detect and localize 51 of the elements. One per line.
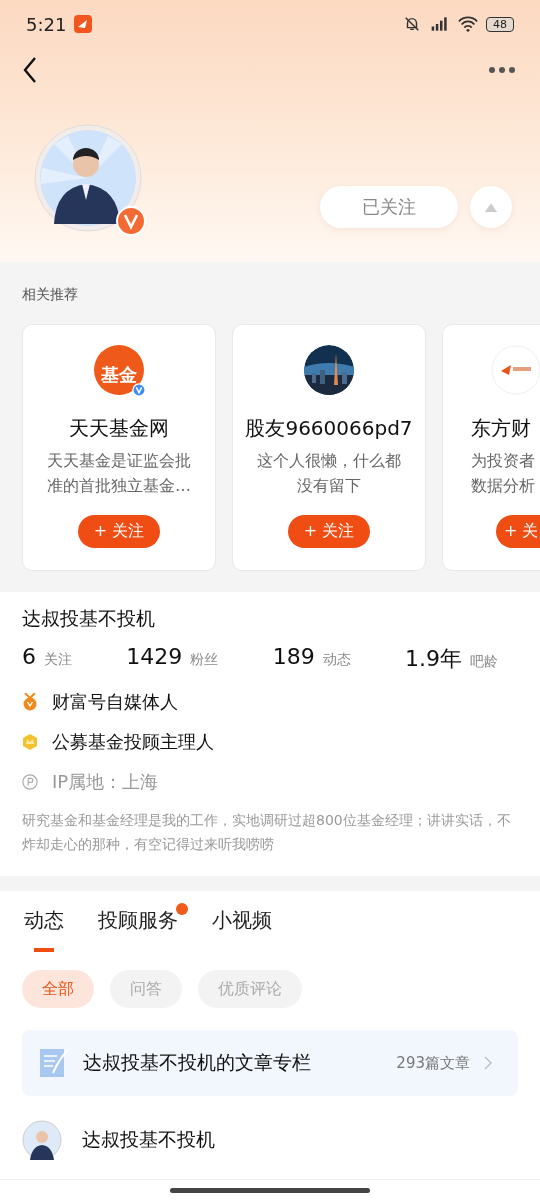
- badge-text: 财富号自媒体人: [52, 690, 178, 714]
- bio-text: 研究基金和基金经理是我的工作，实地调研过超800位基金经理；讲讲实话，不炸却走心的那种，有空记得过来听我唠唠: [22, 811, 512, 854]
- status-time: 5:21: [26, 13, 67, 35]
- stat-label: 吧龄: [470, 653, 498, 671]
- battery-level: 48: [486, 16, 514, 32]
- recommendation-card[interactable]: 股友9660066pd7 这个人很懒，什么都没有留下 + 关注: [232, 324, 426, 571]
- badge-text: 公募基金投顾主理人: [52, 730, 214, 754]
- signal-icon: [430, 15, 450, 33]
- post-author: 达叔投基不投机: [82, 1127, 215, 1152]
- account-name: 天天基金网: [69, 415, 169, 442]
- tab[interactable]: 动态: [22, 907, 66, 952]
- chevron-right-icon: [484, 1056, 492, 1070]
- account-description: 为投资者数据分析: [471, 450, 536, 497]
- follow-button[interactable]: + 关注: [77, 515, 161, 548]
- tab[interactable]: 投顾服务: [96, 907, 180, 952]
- recommendation-card[interactable]: 东方财 为投资者数据分析 + 关: [442, 324, 540, 571]
- stat-label: 动态: [322, 651, 351, 669]
- app-notification-icon: [74, 15, 93, 33]
- column-title: 达叔投基不投机的文章专栏: [83, 1050, 312, 1075]
- stat-label: 关注: [44, 651, 72, 669]
- follow-button[interactable]: + 关注: [287, 515, 371, 548]
- location-p-icon: [22, 773, 38, 791]
- medal-icon: [22, 693, 38, 711]
- wifi-icon: [458, 15, 478, 33]
- stat-value: 1429: [126, 644, 183, 669]
- user-name: 达叔投基不投机: [22, 606, 156, 631]
- follow-button[interactable]: + 关: [496, 515, 540, 548]
- tab[interactable]: 小视频: [210, 907, 274, 952]
- stat-value: 189: [272, 644, 315, 669]
- account-description: 天天基金是证监会批准的首批独立基金…: [46, 450, 192, 497]
- more-icon[interactable]: [488, 66, 516, 74]
- stat-label: 粉丝: [190, 651, 219, 669]
- crown-badge-icon: [22, 733, 38, 751]
- article-count: 293篇文章: [396, 1053, 470, 1073]
- account-description: 这个人很懒，什么都没有留下: [256, 450, 402, 497]
- account-name: 东方财: [471, 415, 532, 442]
- stat-value: 1.9年: [405, 645, 462, 673]
- recommendation-card[interactable]: 基金 天天基金网 天天基金是证监会批准的首批独立基金… + 关注: [22, 324, 216, 571]
- triangle-up-icon: [484, 201, 498, 213]
- column-card[interactable]: 达叔投基不投机的文章专栏 293篇文章: [22, 1030, 518, 1096]
- brand-logo-icon: [491, 345, 540, 395]
- logo: 基金: [94, 345, 144, 395]
- stat-value: 6: [22, 644, 36, 669]
- mute-icon: [402, 15, 422, 33]
- badge-text: IP属地：上海: [52, 770, 159, 794]
- document-icon: [39, 1047, 69, 1079]
- section-title: 相关推荐: [22, 286, 79, 304]
- home-indicator[interactable]: [170, 1187, 370, 1193]
- followed-button[interactable]: 已关注: [320, 186, 458, 228]
- account-name: 股友9660066pd7: [245, 415, 413, 442]
- back-icon[interactable]: [22, 56, 38, 84]
